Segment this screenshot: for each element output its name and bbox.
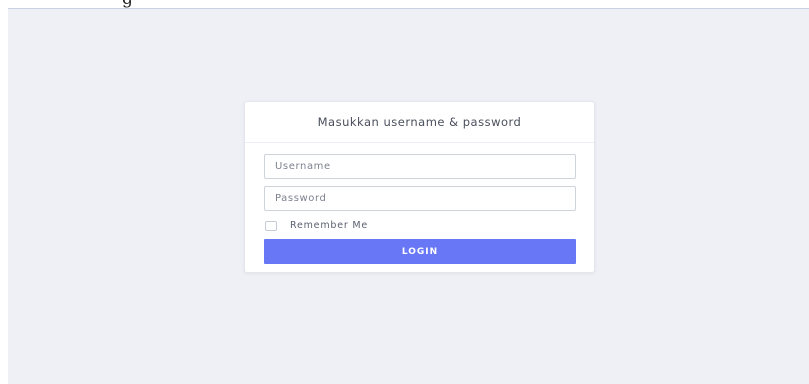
username-input[interactable] [264, 154, 576, 179]
top-strip: g [0, 0, 809, 9]
login-card: Masukkan username & password Remember Me… [244, 101, 595, 273]
login-title: Masukkan username & password [317, 115, 522, 129]
login-form: Remember Me LOGIN [245, 143, 594, 273]
remember-me-label[interactable]: Remember Me [290, 220, 368, 231]
login-button[interactable]: LOGIN [264, 239, 576, 264]
login-card-header: Masukkan username & password [245, 102, 594, 143]
remember-me-row[interactable]: Remember Me [265, 219, 368, 232]
remember-me-checkbox[interactable] [265, 220, 277, 231]
password-input[interactable] [264, 186, 576, 211]
